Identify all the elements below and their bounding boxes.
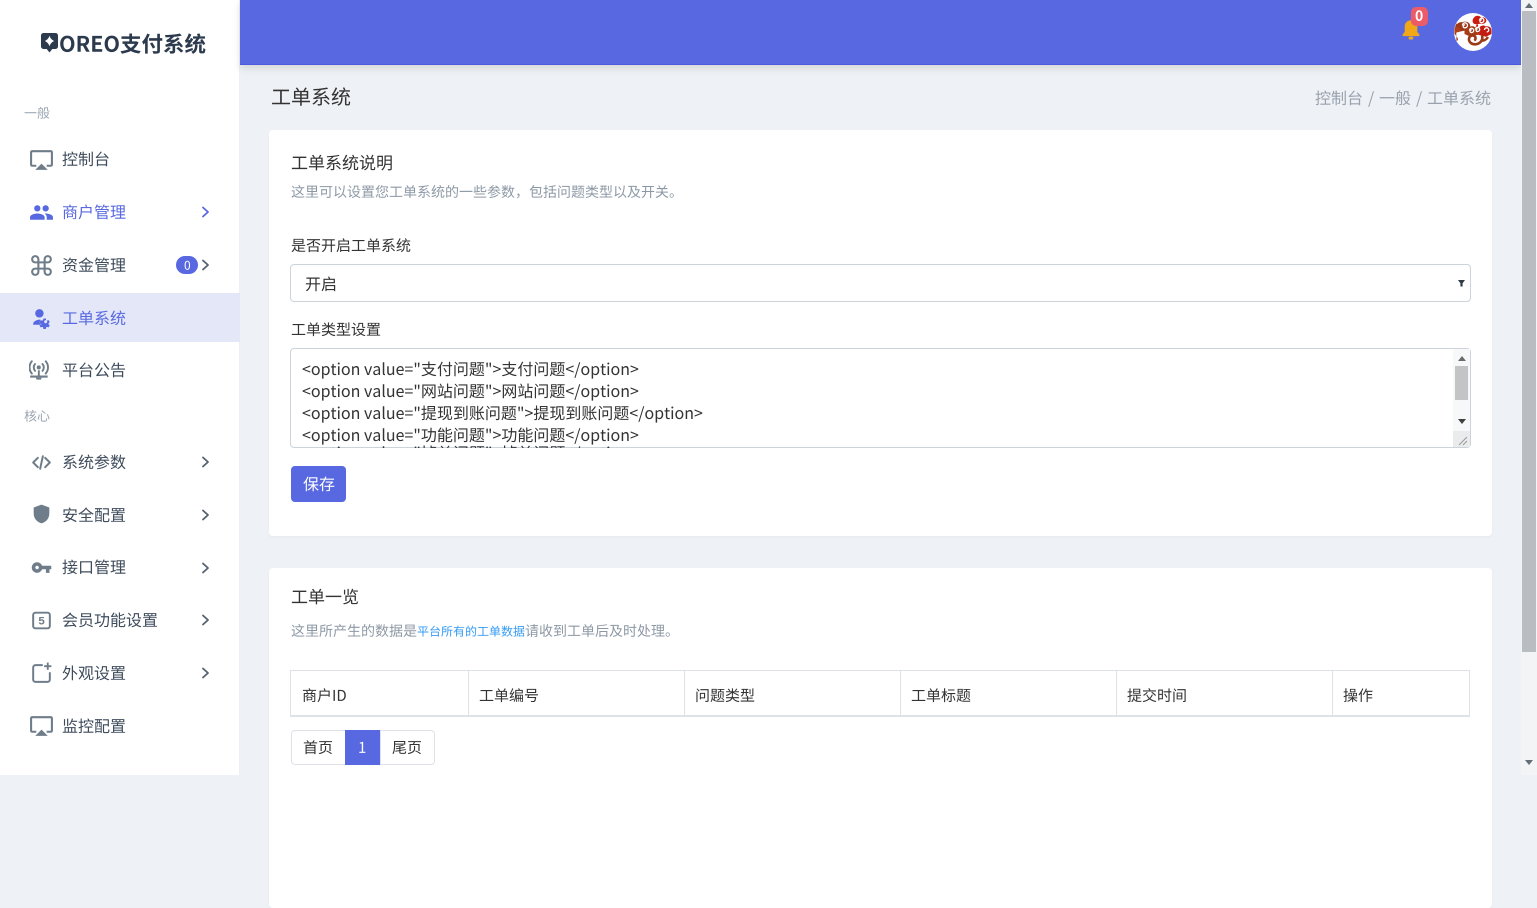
svg-text:5: 5 [38, 615, 45, 627]
